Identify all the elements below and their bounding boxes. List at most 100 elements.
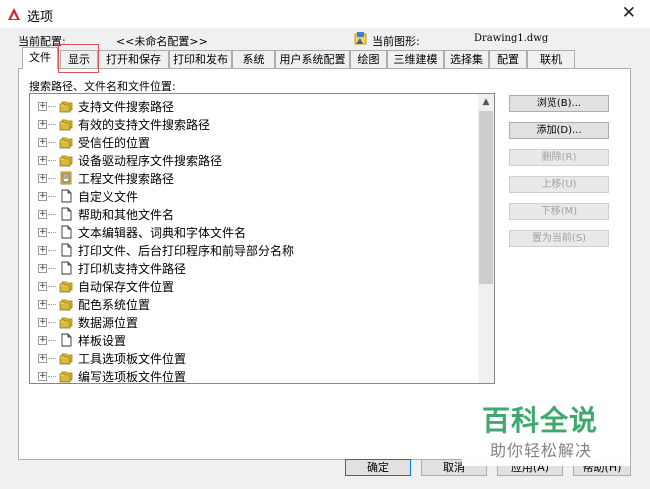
tree-item[interactable]: + 编写选项板文件位置 xyxy=(30,367,187,384)
expand-icon[interactable]: + xyxy=(38,209,47,219)
tree-item[interactable]: + 自动保存文件位置 xyxy=(30,277,174,295)
tree-item-label: 打印文件、后台打印程序和前导部分名称 xyxy=(78,243,295,258)
tree-item[interactable]: + 样板设置 xyxy=(30,331,126,349)
remove-button[interactable]: 删除(R) xyxy=(509,149,609,166)
document-icon xyxy=(58,242,74,258)
document-icon xyxy=(58,260,74,276)
expand-icon[interactable]: + xyxy=(38,191,47,201)
tab-drafting[interactable]: 绘图 xyxy=(350,50,387,68)
tab-plot-publish[interactable]: 打印和发布 xyxy=(169,50,232,68)
scroll-up-arrow-icon[interactable]: ▲ xyxy=(478,94,494,111)
tree-item-label: 工程文件搜索路径 xyxy=(78,171,175,186)
tree-connector xyxy=(48,321,56,323)
tree-item[interactable]: + 帮助和其他文件名 xyxy=(30,205,174,223)
folder-stack-icon xyxy=(58,152,74,168)
tab-profiles[interactable]: 配置 xyxy=(489,50,527,68)
tree-item-label: 文本编辑器、词典和字体文件名 xyxy=(78,225,247,240)
document-icon xyxy=(58,206,74,222)
autocad-app-icon xyxy=(8,8,20,20)
expand-icon[interactable]: + xyxy=(38,353,47,363)
tree-item[interactable]: + 配色系统位置 xyxy=(30,295,150,313)
search-paths-tree[interactable]: + 支持文件搜索路径 + 有效的支持文件搜索路径 + 受信任的位置 + 设备驱动程序文件搜索路… xyxy=(29,93,495,384)
tree-item[interactable]: + 打印机支持文件路径 xyxy=(30,259,186,277)
expand-icon[interactable]: + xyxy=(38,335,47,345)
scroll-thumb[interactable] xyxy=(479,111,493,284)
ok-button[interactable]: 确定 xyxy=(345,459,411,476)
tab-3d-modeling[interactable]: 三维建模 xyxy=(387,50,444,68)
tab-selection[interactable]: 选择集 xyxy=(444,50,489,68)
expand-icon[interactable]: + xyxy=(38,317,47,327)
tree-item[interactable]: + 受信任的位置 xyxy=(30,133,150,151)
tree-item-label: 工具选项板文件位置 xyxy=(78,351,187,366)
tree-item-label: 配色系统位置 xyxy=(78,297,151,312)
set-current-button[interactable]: 置为当前(S) xyxy=(509,230,609,247)
tree-item[interactable]: + 数据源位置 xyxy=(30,313,138,331)
folder-stack-icon xyxy=(58,98,74,114)
move-up-button[interactable]: 上移(U) xyxy=(509,176,609,193)
expand-icon[interactable]: + xyxy=(38,137,47,147)
tree-item-label: 受信任的位置 xyxy=(78,135,151,150)
tree-connector xyxy=(48,177,56,179)
tree-connector xyxy=(48,213,56,215)
move-down-button[interactable]: 下移(M) xyxy=(509,203,609,220)
watermark-title: 百科全说 xyxy=(482,404,599,437)
tree-item-label: 设备驱动程序文件搜索路径 xyxy=(78,153,223,168)
folder-stack-icon xyxy=(58,296,74,312)
tree-connector xyxy=(48,231,56,233)
folder-stack-icon xyxy=(58,134,74,150)
tree-connector xyxy=(48,375,56,377)
tree-item-label: 支持文件搜索路径 xyxy=(78,99,175,114)
tree-item[interactable]: + 支持文件搜索路径 xyxy=(30,97,174,115)
window-title: 选项 xyxy=(27,10,54,25)
tab-display[interactable]: 显示 xyxy=(60,50,98,68)
folder-stack-icon xyxy=(58,368,74,383)
document-icon xyxy=(58,332,74,348)
tree-item[interactable]: + 工具选项板文件位置 xyxy=(30,349,186,367)
tab-system[interactable]: 系统 xyxy=(232,50,275,68)
tree-item-label: 自动保存文件位置 xyxy=(78,279,175,294)
tree-item-label: 样板设置 xyxy=(78,333,127,348)
tree-connector xyxy=(48,249,56,251)
title-bar: 选项 ✕ xyxy=(0,0,650,28)
tree-item[interactable]: + 打印文件、后台打印程序和前导部分名称 xyxy=(30,241,294,259)
tree-item-label: 编写选项板文件位置 xyxy=(78,369,187,384)
expand-icon[interactable]: + xyxy=(38,371,47,381)
tree-connector xyxy=(48,285,56,287)
tab-files[interactable]: 文件 xyxy=(22,47,58,69)
tab-online[interactable]: 联机 xyxy=(527,50,575,68)
tree-item-label: 数据源位置 xyxy=(78,315,139,330)
tree-connector xyxy=(48,105,56,107)
expand-icon[interactable]: + xyxy=(38,227,47,237)
tree-item[interactable]: + 工程文件搜索路径 xyxy=(30,169,174,187)
expand-icon[interactable]: + xyxy=(38,173,47,183)
tree-item[interactable]: + 设备驱动程序文件搜索路径 xyxy=(30,151,222,169)
folder-stack-icon xyxy=(58,314,74,330)
expand-icon[interactable]: + xyxy=(38,155,47,165)
tree-item[interactable]: + 有效的支持文件搜索路径 xyxy=(30,115,210,133)
tab-open-save[interactable]: 打开和保存 xyxy=(98,50,169,68)
project-folder-icon xyxy=(58,170,74,186)
tree-connector xyxy=(48,267,56,269)
tree-item-label: 自定义文件 xyxy=(78,189,139,204)
tree-connector xyxy=(48,195,56,197)
expand-icon[interactable]: + xyxy=(38,101,47,111)
drawing-file-icon xyxy=(354,32,367,45)
expand-icon[interactable]: + xyxy=(38,245,47,255)
expand-icon[interactable]: + xyxy=(38,119,47,129)
watermark-overlay: 百科全说 助你轻松解决 xyxy=(462,393,630,466)
tree-connector xyxy=(48,357,56,359)
close-icon[interactable]: ✕ xyxy=(622,3,636,23)
tree-item[interactable]: + 文本编辑器、词典和字体文件名 xyxy=(30,223,246,241)
expand-icon[interactable]: + xyxy=(38,299,47,309)
expand-icon[interactable]: + xyxy=(38,281,47,291)
browse-button[interactable]: 浏览(B)... xyxy=(509,95,609,112)
folder-stack-icon xyxy=(58,116,74,132)
add-button[interactable]: 添加(D)... xyxy=(509,122,609,139)
tree-connector xyxy=(48,159,56,161)
tree-item[interactable]: + 自定义文件 xyxy=(30,187,138,205)
current-drawing-value: Drawing1.dwg xyxy=(474,33,549,44)
tab-user-preferences[interactable]: 用户系统配置 xyxy=(275,50,350,68)
tree-scrollbar[interactable]: ▲ xyxy=(478,94,494,383)
expand-icon[interactable]: + xyxy=(38,263,47,273)
folder-stack-icon xyxy=(58,350,74,366)
